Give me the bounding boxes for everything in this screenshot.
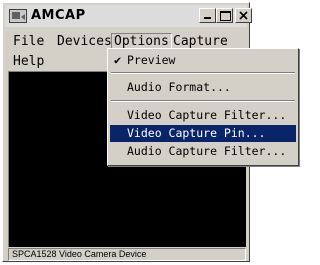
window-title: AMCAP — [31, 8, 86, 23]
status-bar: SPCA1528 Video Camera Device — [8, 248, 246, 261]
menu-separator — [111, 72, 295, 74]
menu-file[interactable]: File — [11, 33, 46, 51]
menu-item-preview[interactable]: ✔ Preview — [110, 52, 296, 69]
menu-item-video-capture-filter-label: Video Capture Filter... — [127, 108, 287, 122]
close-icon[interactable] — [235, 8, 252, 23]
menu-item-video-capture-pin[interactable]: Video Capture Pin... — [110, 125, 296, 142]
menu-item-audio-capture-filter[interactable]: Audio Capture Filter... — [110, 143, 296, 160]
menu-item-video-capture-filter[interactable]: Video Capture Filter... — [110, 107, 296, 124]
menu-item-audio-format[interactable]: Audio Format... — [110, 79, 296, 96]
menu-separator — [111, 100, 295, 102]
menu-item-audio-capture-filter-label: Audio Capture Filter... — [127, 144, 287, 158]
camera-icon[interactable] — [9, 9, 27, 23]
maximize-icon[interactable] — [216, 8, 233, 23]
menu-item-preview-label: Preview — [127, 53, 176, 67]
minimize-icon[interactable] — [199, 8, 216, 23]
menu-devices[interactable]: Devices — [55, 33, 114, 51]
title-bar[interactable]: AMCAP — [5, 5, 252, 27]
menu-help[interactable]: Help — [11, 53, 46, 71]
checkmark-icon: ✔ — [114, 53, 122, 67]
options-dropdown-menu: ✔ Preview Audio Format... Video Capture … — [107, 48, 299, 166]
menu-item-audio-format-label: Audio Format... — [127, 80, 231, 94]
menu-item-video-capture-pin-label: Video Capture Pin... — [127, 126, 266, 140]
